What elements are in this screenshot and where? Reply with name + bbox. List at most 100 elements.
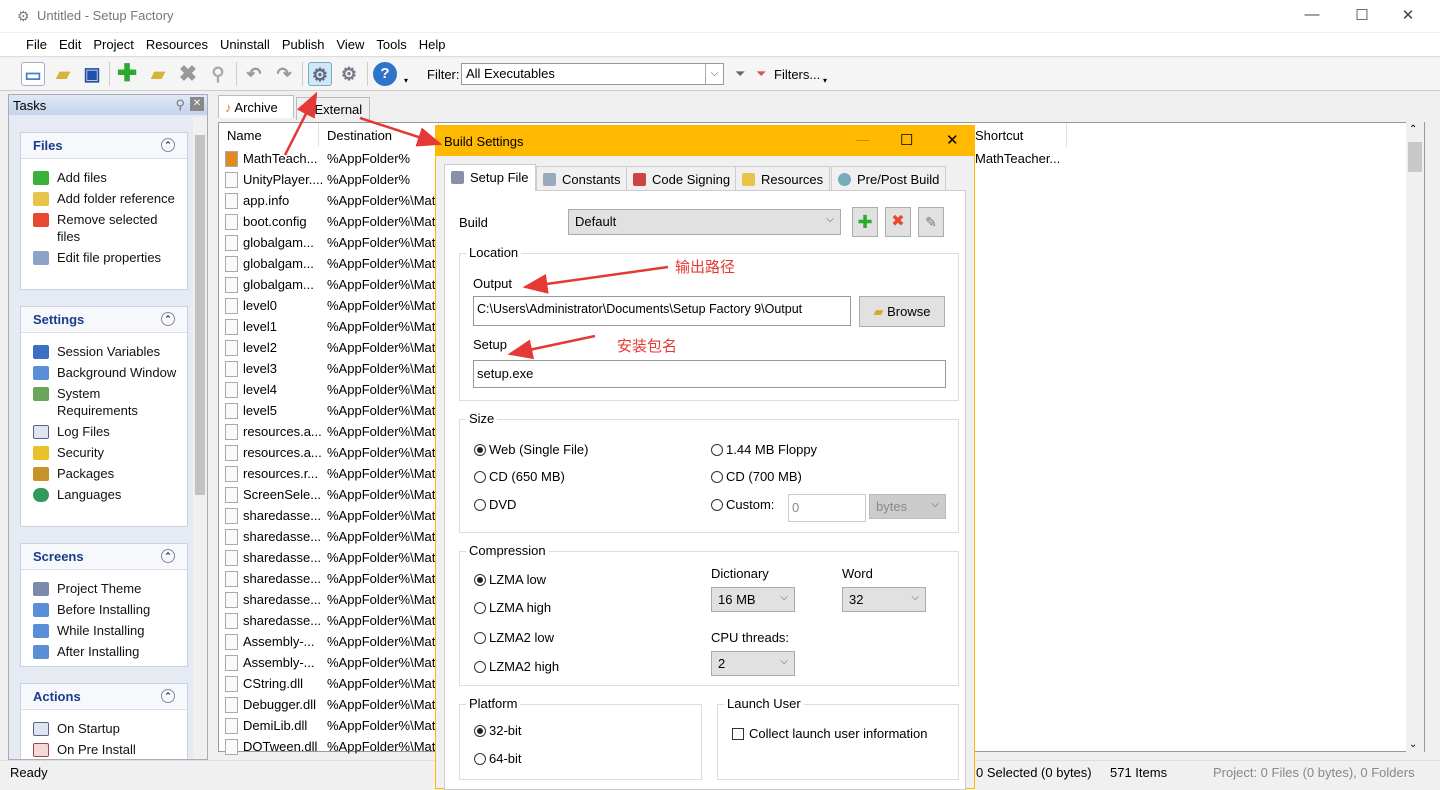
- minimize-button[interactable]: —: [1302, 6, 1322, 26]
- task-while-installing[interactable]: While Installing: [21, 620, 187, 641]
- dialog-minimize-button[interactable]: —: [856, 132, 869, 147]
- menu-help[interactable]: Help: [413, 33, 452, 52]
- collapse-icon[interactable]: ⌃: [161, 549, 175, 563]
- filter-add-icon[interactable]: ⏷: [735, 66, 745, 82]
- undo-icon[interactable]: ↶: [242, 62, 266, 86]
- menu-project[interactable]: Project: [87, 33, 139, 52]
- task-system-requirements[interactable]: System Requirements: [21, 383, 187, 421]
- task-add-files[interactable]: Add files: [21, 167, 187, 188]
- redo-icon[interactable]: ↷: [272, 62, 296, 86]
- menu-edit[interactable]: Edit: [53, 33, 87, 52]
- radio-cd-700[interactable]: CD (700 MB): [711, 469, 802, 484]
- custom-size-input[interactable]: 0: [788, 494, 866, 522]
- file-name: resources.a...: [243, 424, 322, 439]
- close-panel-icon[interactable]: ✕: [190, 97, 204, 111]
- radio-custom[interactable]: Custom:: [711, 497, 774, 512]
- radio-lzma2-high[interactable]: LZMA2 high: [474, 659, 559, 674]
- task-after-installing[interactable]: After Installing: [21, 641, 187, 662]
- pin-icon[interactable]: ⚲: [175, 97, 185, 113]
- remove-icon[interactable]: ✖: [176, 62, 200, 86]
- tab-code-signing[interactable]: Code Signing: [626, 166, 738, 191]
- new-project-icon[interactable]: ▭: [21, 62, 45, 86]
- collapse-icon[interactable]: ⌃: [161, 138, 175, 152]
- add-files-icon[interactable]: ✚: [115, 62, 139, 86]
- find-icon[interactable]: ⚲: [206, 62, 230, 86]
- tab-archive[interactable]: ♪ Archive: [218, 95, 294, 118]
- build-icon[interactable]: ⚙: [337, 62, 361, 86]
- column-name[interactable]: Name: [219, 123, 319, 147]
- file-destination: %AppFolder%\Mat: [327, 529, 436, 544]
- open-icon[interactable]: ▰: [51, 62, 75, 86]
- close-button[interactable]: ✕: [1398, 6, 1418, 26]
- delete-build-button[interactable]: ✖: [885, 207, 911, 237]
- maximize-button[interactable]: ☐: [1352, 6, 1372, 26]
- task-languages[interactable]: Languages: [21, 484, 187, 505]
- task-edit-properties[interactable]: Edit file properties: [21, 247, 187, 268]
- task-session-variables[interactable]: Session Variables: [21, 341, 187, 362]
- task-remove-files[interactable]: Remove selected files: [21, 209, 187, 247]
- radio-floppy[interactable]: 1.44 MB Floppy: [711, 442, 817, 457]
- radio-dvd[interactable]: DVD: [474, 497, 516, 512]
- menu-tools[interactable]: Tools: [370, 33, 412, 52]
- radio-lzma-low[interactable]: LZMA low: [474, 572, 546, 587]
- scroll-down-icon[interactable]: ⌄: [1409, 739, 1417, 750]
- dictionary-select[interactable]: 16 MB ⌵: [711, 587, 795, 612]
- task-before-installing[interactable]: Before Installing: [21, 599, 187, 620]
- task-log-files[interactable]: Log Files: [21, 421, 187, 442]
- file-name: boot.config: [243, 214, 307, 229]
- dropdown-arrow-icon[interactable]: ▾: [823, 76, 827, 85]
- task-on-startup[interactable]: On Startup: [21, 718, 187, 739]
- menu-file[interactable]: File: [20, 33, 53, 52]
- browse-button[interactable]: ▰ Browse: [859, 296, 945, 327]
- collect-launch-user-checkbox[interactable]: Collect launch user information: [732, 726, 927, 741]
- radio-32-bit[interactable]: 32-bit: [474, 723, 522, 738]
- help-icon[interactable]: ?: [373, 62, 397, 86]
- file-list-scrollbar[interactable]: ⌃ ⌄: [1406, 122, 1424, 752]
- dialog-close-button[interactable]: ✕: [946, 131, 959, 149]
- task-security[interactable]: Security: [21, 442, 187, 463]
- tasks-scrollbar[interactable]: [193, 117, 207, 759]
- tab-resources[interactable]: Resources: [735, 166, 831, 191]
- dropdown-arrow-icon[interactable]: ▾: [404, 76, 408, 85]
- dialog-maximize-button[interactable]: ☐: [900, 131, 913, 149]
- add-build-button[interactable]: ✚: [852, 207, 878, 237]
- menu-resources[interactable]: Resources: [140, 33, 214, 52]
- menu-publish[interactable]: Publish: [276, 33, 331, 52]
- build-select[interactable]: Default ⌵: [568, 209, 841, 235]
- output-input[interactable]: C:\Users\Administrator\Documents\Setup F…: [473, 296, 851, 326]
- rename-build-button[interactable]: ✎: [918, 207, 944, 237]
- collapse-icon[interactable]: ⌃: [161, 312, 175, 326]
- radio-lzma2-low[interactable]: LZMA2 low: [474, 630, 554, 645]
- filter-select[interactable]: All Executables ⌵: [461, 63, 724, 85]
- task-background-window[interactable]: Background Window: [21, 362, 187, 383]
- filters-button[interactable]: Filters...: [774, 67, 820, 82]
- setup-input[interactable]: setup.exe: [473, 360, 946, 388]
- radio-web[interactable]: Web (Single File): [474, 442, 588, 457]
- menu-view[interactable]: View: [330, 33, 370, 52]
- collapse-icon[interactable]: ⌃: [161, 689, 175, 703]
- group-title: Compression: [466, 543, 549, 558]
- tab-pre-post-build[interactable]: Pre/Post Build: [831, 166, 947, 191]
- word-select[interactable]: 32 ⌵: [842, 587, 926, 612]
- tab-constants[interactable]: Constants: [536, 166, 628, 191]
- task-project-theme[interactable]: Project Theme: [21, 578, 187, 599]
- scroll-up-icon[interactable]: ⌃: [1409, 124, 1417, 135]
- save-icon[interactable]: ▣: [80, 62, 104, 86]
- column-shortcut[interactable]: Shortcut: [967, 123, 1067, 147]
- column-destination[interactable]: Destination: [319, 123, 439, 147]
- add-folder-icon[interactable]: ▰: [146, 62, 170, 86]
- scroll-thumb[interactable]: [1408, 142, 1422, 172]
- radio-lzma-high[interactable]: LZMA high: [474, 600, 551, 615]
- radio-64-bit[interactable]: 64-bit: [474, 751, 522, 766]
- radio-cd-650[interactable]: CD (650 MB): [474, 469, 565, 484]
- cpu-threads-select[interactable]: 2 ⌵: [711, 651, 795, 676]
- task-add-folder[interactable]: Add folder reference: [21, 188, 187, 209]
- menu-uninstall[interactable]: Uninstall: [214, 33, 276, 52]
- custom-unit-select[interactable]: bytes ⌵: [869, 494, 946, 519]
- build-settings-icon[interactable]: ⚙: [308, 62, 332, 86]
- tab-external[interactable]: ◔ External: [296, 97, 370, 120]
- task-packages[interactable]: Packages: [21, 463, 187, 484]
- task-on-pre-install[interactable]: On Pre Install: [21, 739, 187, 760]
- tab-label: External: [314, 102, 363, 117]
- tab-setup-file[interactable]: Setup File: [444, 164, 536, 191]
